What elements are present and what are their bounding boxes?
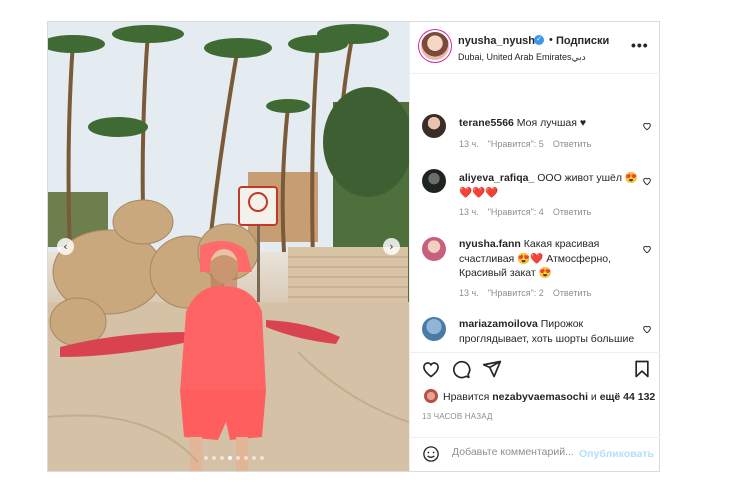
likes-middle: и [590,391,597,403]
commenter-avatar[interactable] [422,169,446,193]
carousel-dot [212,456,216,460]
publish-button[interactable]: Опубликовать [579,448,654,460]
like-heart-icon[interactable] [421,359,441,379]
like-comment-icon[interactable] [642,121,652,131]
liker-avatar[interactable] [424,389,438,403]
post-sidebar: nyusha_nyusha ✓ • Подписки Dubai, United… [409,22,660,471]
comment-text: terane5566 Моя лучшая ♥ [459,116,644,131]
like-comment-icon[interactable] [642,324,652,334]
post-photo[interactable]: ‹ › [48,22,409,471]
comment-likes[interactable]: "Нравится": 2 [488,288,544,298]
post-location[interactable]: Dubai, United Arab Emiratesدبي [458,52,586,63]
save-bookmark-icon[interactable] [632,359,652,379]
comment-input[interactable] [452,446,580,458]
comment-time[interactable]: 13 ч. [459,139,479,149]
carousel-dot [236,456,240,460]
carousel-dot [228,456,232,460]
post-header: nyusha_nyusha ✓ • Подписки Dubai, United… [410,22,660,74]
commenter-avatar[interactable] [422,114,446,138]
reply-button[interactable]: Ответить [553,288,591,298]
comment-meta: 13 ч. "Нравится": 5 Ответить [459,139,600,149]
commenter-avatar[interactable] [422,317,446,341]
comment-meta: 13 ч. "Нравится": 2 Ответить [459,288,600,298]
comment-body: Моя лучшая ♥ [516,117,587,129]
carousel-indicator [204,456,264,460]
emoji-icon[interactable] [422,445,440,463]
comment-time[interactable]: 13 ч. [459,288,479,298]
comment-username[interactable]: aliyeva_rafiqa_ [459,172,534,184]
header-separator: • [549,34,553,46]
carousel-dot [220,456,224,460]
carousel-prev-button[interactable]: ‹ [57,238,74,255]
location-name: Dubai, United Arab Emirates [458,52,572,62]
comment-username[interactable]: mariazamoilova [459,318,538,330]
likes-prefix: Нравится [443,391,490,403]
comment-text: mariazamoilova Пирожок проглядывает, хот… [459,317,644,346]
author-avatar[interactable] [421,32,449,60]
post-actions: Нравится nezabyvaemasochi и ещё 44 132 1… [410,352,660,442]
comment-username[interactable]: nyusha.fann [459,238,521,250]
comment-time[interactable]: 13 ч. [459,207,479,217]
comment-likes[interactable]: "Нравится": 4 [488,207,544,217]
likes-summary: Нравится nezabyvaemasochi и ещё 44 132 [443,391,655,403]
carousel-dot [252,456,256,460]
like-comment-icon[interactable] [642,176,652,186]
reply-button[interactable]: Ответить [553,139,591,149]
likes-count-link[interactable]: ещё 44 132 [600,391,656,403]
verified-badge-icon: ✓ [534,35,544,45]
carousel-next-button[interactable]: › [383,238,400,255]
carousel-dot [260,456,264,460]
post-timestamp[interactable]: 13 ЧАСОВ НАЗАД [422,412,493,421]
add-comment-bar: Опубликовать [410,437,660,471]
comment-likes[interactable]: "Нравится": 5 [488,139,544,149]
more-options-icon[interactable]: ••• [631,37,649,53]
liker-username[interactable]: nezabyvaemasochi [492,391,588,403]
comment-meta: 13 ч. "Нравится": 4 Ответить [459,207,600,217]
comment-text: aliyeva_rafiqa_ ООО живот ушёл 😍❤️❤️❤️ [459,171,644,200]
share-send-icon[interactable] [482,359,502,379]
comment-bubble-icon[interactable] [451,359,471,379]
location-suffix: دبي [571,52,586,62]
carousel-dot [204,456,208,460]
photo-scene [48,22,409,471]
comment-text: nyusha.fann Какая красивая счастливая 😍❤… [459,237,644,281]
comment-username[interactable]: terane5566 [459,117,514,129]
carousel-dot [244,456,248,460]
commenter-avatar[interactable] [422,237,446,261]
author-username[interactable]: nyusha_nyusha [458,35,541,47]
like-comment-icon[interactable] [642,244,652,254]
following-button[interactable]: Подписки [556,35,609,47]
instagram-post: ‹ › nyusha_nyusha ✓ • Подписки Dubai, Un… [47,21,660,472]
reply-button[interactable]: Ответить [553,207,591,217]
